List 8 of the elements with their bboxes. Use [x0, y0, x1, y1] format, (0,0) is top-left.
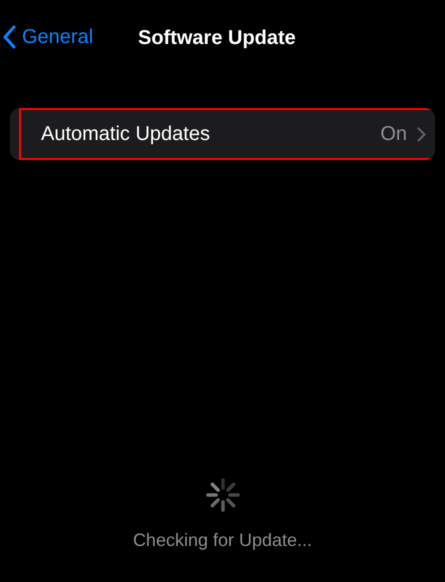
- chevron-icon: [417, 126, 426, 142]
- status-text: Checking for Update...: [132, 529, 312, 552]
- row-label: Automatic Updates: [41, 122, 210, 147]
- back-button[interactable]: General: [2, 22, 94, 52]
- page-title: Software Update: [138, 26, 296, 51]
- spinner-icon: [204, 477, 240, 513]
- row-value: On: [380, 122, 407, 147]
- back-chevron-icon: [2, 25, 16, 49]
